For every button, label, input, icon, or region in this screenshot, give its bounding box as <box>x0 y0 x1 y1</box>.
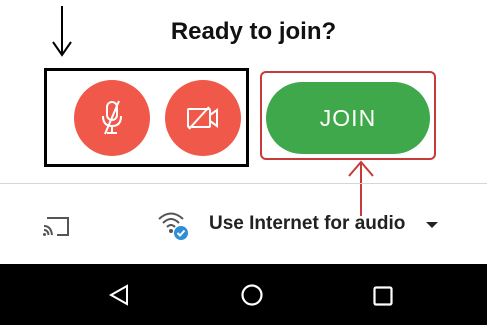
caret-down-icon[interactable] <box>425 220 439 230</box>
video-toggle-button[interactable] <box>165 80 241 156</box>
home-circle-icon[interactable] <box>240 283 264 307</box>
cast-icon[interactable] <box>41 214 71 238</box>
join-button[interactable]: JOIN <box>266 82 430 154</box>
microphone-off-icon <box>102 100 122 135</box>
recent-apps-square-icon[interactable] <box>372 285 394 307</box>
page-title: Ready to join? <box>170 18 337 45</box>
audio-option-label[interactable]: Use Internet for audio <box>209 213 405 235</box>
mute-microphone-button[interactable] <box>74 80 150 156</box>
annotation-up-arrow <box>348 160 374 216</box>
video-off-icon <box>187 106 218 130</box>
wifi-check-icon <box>158 212 188 240</box>
divider <box>0 183 487 184</box>
back-triangle-icon[interactable] <box>108 283 130 307</box>
